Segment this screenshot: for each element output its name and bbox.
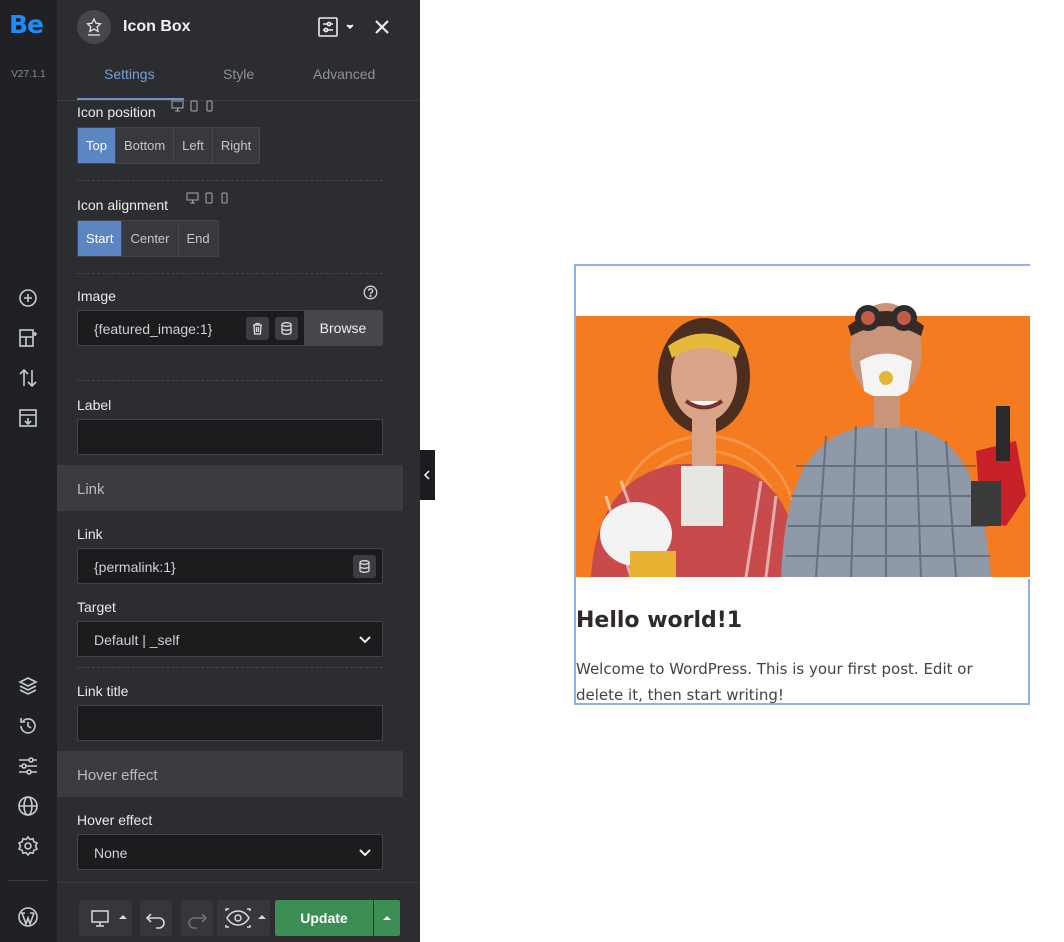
position-left-option[interactable]: Left — [174, 128, 213, 163]
featured-image — [576, 266, 1030, 579]
position-right-option[interactable]: Right — [213, 128, 259, 163]
link-title-input[interactable] — [77, 705, 383, 741]
left-rail: Be V27.1.1 — [0, 0, 57, 942]
target-value: Default | _self — [94, 632, 180, 648]
tab-settings[interactable]: Settings — [104, 66, 155, 82]
image-label: Image — [77, 288, 116, 304]
add-element-icon[interactable] — [16, 286, 40, 310]
image-field[interactable]: {featured_image:1} Browse — [77, 310, 383, 346]
label-input[interactable] — [77, 419, 383, 455]
icon-position-selector: Top Bottom Left Right — [77, 127, 261, 164]
icon-alignment-label: Icon alignment — [77, 197, 169, 213]
divider — [77, 273, 383, 274]
device-preview-button[interactable] — [79, 900, 132, 936]
chevron-down-icon — [358, 633, 372, 647]
device-toggle-icons[interactable] — [171, 100, 217, 112]
panel-title: Icon Box — [123, 18, 191, 35]
templates-icon[interactable] — [16, 326, 40, 350]
divider — [77, 380, 383, 381]
import-icon[interactable] — [16, 406, 40, 430]
globe-icon[interactable] — [16, 794, 40, 818]
presets-icon[interactable] — [316, 16, 356, 38]
position-bottom-option[interactable]: Bottom — [116, 128, 175, 163]
hover-effect-value: None — [94, 845, 128, 861]
sort-icon[interactable] — [16, 366, 40, 390]
help-icon[interactable] — [363, 285, 378, 300]
icon-box-preview[interactable]: Hello world!1 Welcome to WordPress. This… — [574, 264, 1030, 705]
device-toggle-icons[interactable] — [186, 192, 232, 204]
rail-divider — [8, 880, 48, 881]
close-icon[interactable] — [373, 18, 391, 36]
post-title: Hello world!1 — [576, 608, 743, 633]
collapse-panel-icon[interactable] — [420, 450, 435, 500]
tab-style[interactable]: Style — [223, 66, 254, 82]
settings-panel: Icon Box Settings Style Advanced Icon po… — [57, 0, 420, 942]
align-center-option[interactable]: Center — [122, 221, 179, 256]
position-top-option[interactable]: Top — [78, 128, 116, 163]
settings-icon[interactable] — [16, 834, 40, 858]
panel-tabs: Settings Style Advanced — [57, 54, 420, 101]
divider — [77, 180, 383, 181]
hover-effect-label: Hover effect — [77, 812, 153, 828]
trash-icon[interactable] — [246, 317, 269, 340]
post-excerpt: Welcome to WordPress. This is your first… — [576, 660, 973, 704]
target-select[interactable]: Default | _self — [77, 621, 383, 657]
align-end-option[interactable]: End — [179, 221, 218, 256]
preview-eye-button[interactable] — [217, 900, 270, 936]
layers-icon[interactable] — [16, 674, 40, 698]
icon-alignment-selector: Start Center End — [77, 220, 219, 257]
link-section-header[interactable]: Link — [57, 465, 403, 511]
link-input[interactable]: {permalink:1} — [77, 548, 383, 584]
label-field-label: Label — [77, 397, 112, 413]
redo-icon[interactable] — [181, 900, 213, 936]
bottom-toolbar: Update — [57, 882, 420, 942]
hover-effect-select[interactable]: None — [77, 834, 383, 870]
icon-position-label: Icon position — [77, 104, 156, 120]
hover-section-header[interactable]: Hover effect — [57, 751, 403, 797]
update-button[interactable]: Update — [275, 900, 373, 936]
link-value: {permalink:1} — [94, 559, 176, 575]
database-icon[interactable] — [275, 317, 298, 340]
history-icon[interactable] — [16, 714, 40, 738]
wordpress-icon[interactable] — [16, 905, 40, 929]
options-icon[interactable] — [16, 754, 40, 778]
panel-header: Icon Box — [57, 0, 420, 54]
tab-advanced[interactable]: Advanced — [313, 66, 375, 82]
browse-button[interactable]: Browse — [304, 311, 382, 345]
version-label: V27.1.1 — [11, 69, 46, 80]
undo-icon[interactable] — [140, 900, 172, 936]
chevron-down-icon — [358, 846, 372, 860]
update-options-icon[interactable] — [374, 900, 400, 936]
align-start-option[interactable]: Start — [78, 221, 123, 256]
logo[interactable]: Be — [9, 10, 44, 39]
active-tab-indicator — [77, 98, 184, 100]
link-title-label: Link title — [77, 683, 129, 699]
target-label: Target — [77, 599, 116, 615]
divider — [77, 667, 383, 668]
star-icon — [77, 10, 111, 44]
image-value: {featured_image:1} — [94, 321, 213, 337]
database-icon[interactable] — [353, 555, 376, 578]
link-label: Link — [77, 526, 103, 542]
